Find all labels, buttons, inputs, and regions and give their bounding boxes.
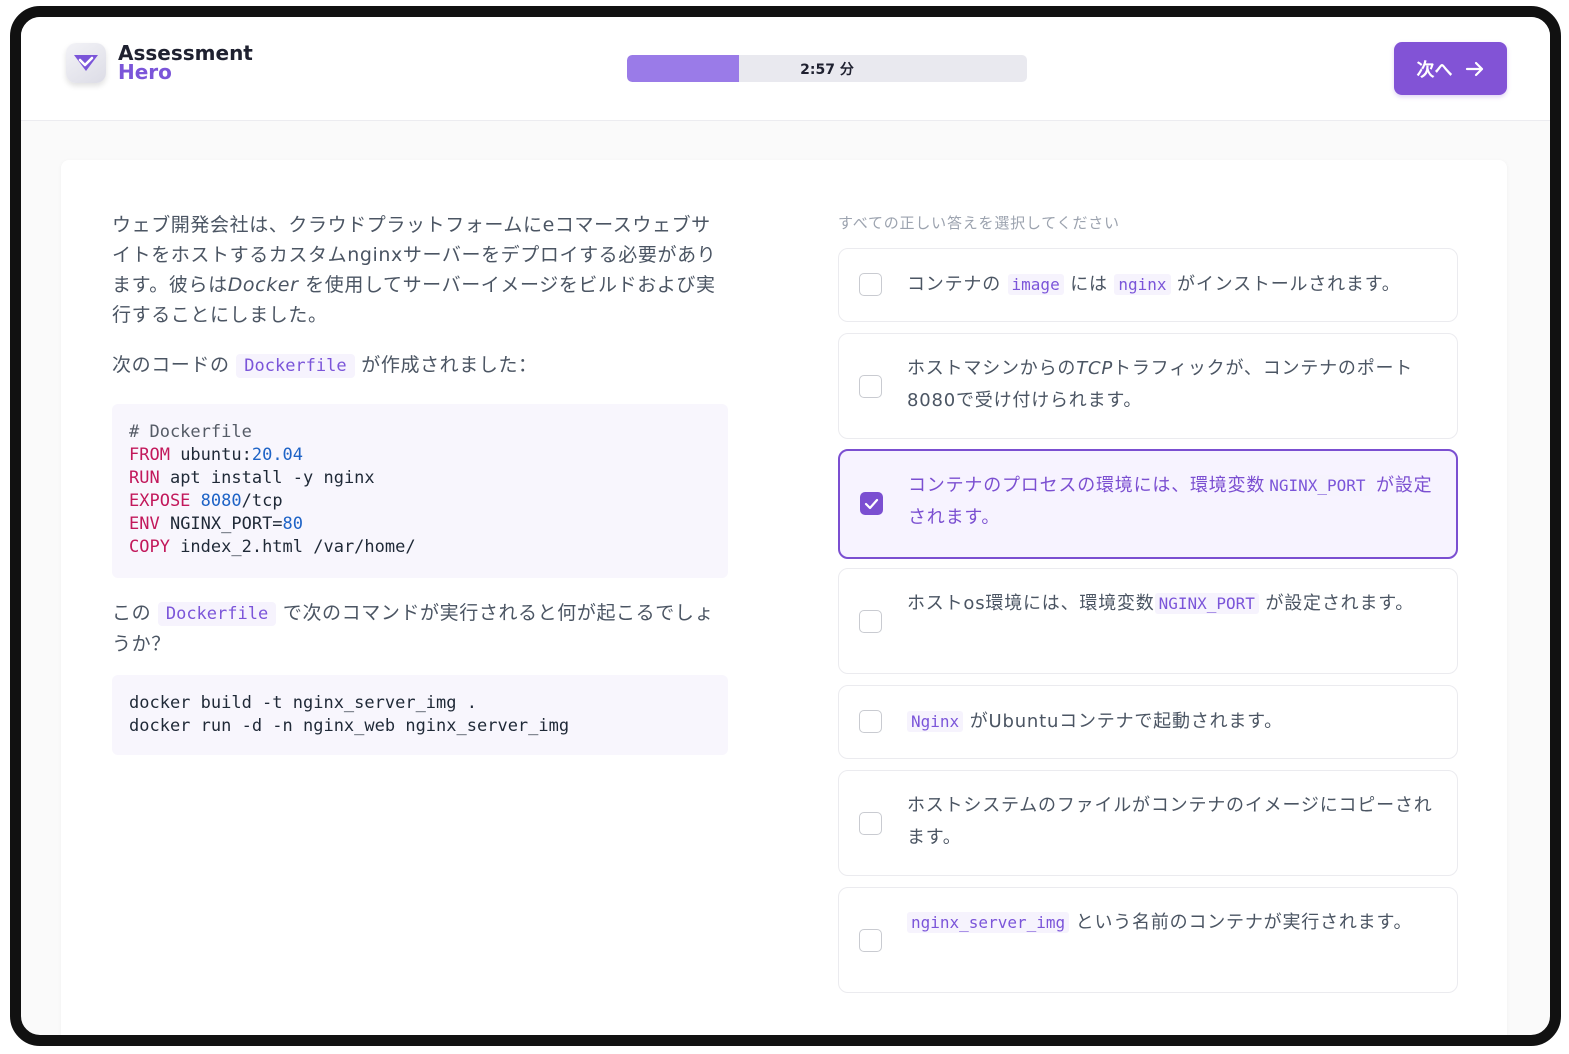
answer-text: ホストシステムのファイルがコンテナのイメージにコピーされます。: [907, 795, 1433, 848]
answer-text-pre: コンテナのプロセスの環境には、環境変数: [908, 475, 1266, 496]
question-card: ウェブ開発会社は、クラウドプラットフォームにeコマースウェブサイトをホストするカ…: [61, 160, 1507, 1035]
code-lead-pre: 次のコードの: [112, 354, 237, 376]
question-ask: この Dockerfile で次のコマンドが実行されると何が起こるでしょうか？: [112, 598, 728, 658]
code-expose-val: /tcp: [241, 491, 283, 511]
code-expose-kw: EXPOSE: [129, 491, 191, 511]
next-button[interactable]: 次へ: [1394, 42, 1507, 95]
question-panel: ウェブ開発会社は、クラウドプラットフォームにeコマースウェブサイトをホストするカ…: [112, 210, 728, 755]
code-expose-num: 8080: [200, 491, 242, 511]
answer-code: NGINX_PORT: [1265, 475, 1370, 496]
answer-option-2[interactable]: ホストマシンからのTCPトラフィックが、コンテナのポート8080で受け付けられま…: [838, 333, 1458, 439]
answer-text-mid: には: [1063, 274, 1115, 295]
answer-text: nginx_server_img という名前のコンテナが実行されます。: [907, 907, 1437, 939]
code-run-val: apt install -y nginx: [159, 468, 375, 488]
timer-text: 2:57 分: [800, 61, 854, 78]
answer-checkbox[interactable]: [859, 273, 882, 296]
dockerfile-inline-code: Dockerfile: [236, 354, 355, 378]
arrow-right-icon: [1465, 61, 1483, 76]
command-line-1: docker build -t nginx_server_img .: [129, 693, 477, 713]
code-from-num: 20.04: [251, 445, 304, 465]
code-copy-kw: COPY: [129, 537, 170, 557]
intro-em: Docker: [227, 274, 299, 296]
code-from-val: ubuntu:: [169, 445, 252, 465]
ask-pre: この: [112, 602, 158, 624]
answer-option-4[interactable]: ホストos環境には、環境変数 NGINX_PORT が設定されます。: [838, 568, 1458, 674]
answer-text: ホストマシンからのTCPトラフィックが、コンテナのポート8080で受け付けられま…: [907, 353, 1437, 417]
logo-line2: Hero: [118, 60, 172, 84]
code-env-val: NGINX_PORT=: [159, 514, 283, 534]
logo-text: Assessment Hero: [118, 43, 253, 84]
answer-text-pre: コンテナの: [907, 274, 1008, 295]
answer-option-6[interactable]: ホストシステムのファイルがコンテナのイメージにコピーされます。: [838, 770, 1458, 876]
code-env-num: 80: [282, 514, 304, 534]
answers-panel: すべての正しい答えを選択してください コンテナの image には nginx …: [838, 210, 1458, 993]
checkmark-icon: [864, 498, 879, 509]
command-code-block: docker build -t nginx_server_img . docke…: [112, 675, 728, 755]
logo: Assessment Hero: [66, 43, 253, 83]
dockerfile-code-block: # Dockerfile FROM ubuntu:20.04 RUN apt i…: [112, 404, 728, 578]
answer-option-5[interactable]: Nginx がUbuntuコンテナで起動されます。: [838, 685, 1458, 759]
answer-checkbox-checked[interactable]: [860, 492, 883, 515]
answer-code: NGINX_PORT: [1154, 593, 1259, 614]
answer-code: image: [1007, 274, 1064, 295]
answer-option-3[interactable]: コンテナのプロセスの環境には、環境変数 NGINX_PORT が設定されます。: [838, 449, 1458, 559]
answer-text: コンテナの image には nginx がインストールされます。: [907, 269, 1437, 301]
answer-option-7[interactable]: nginx_server_img という名前のコンテナが実行されます。: [838, 887, 1458, 993]
answer-checkbox[interactable]: [859, 929, 882, 952]
answer-text-post: がUbuntuコンテナで起動されます。: [963, 711, 1283, 732]
code-lead: 次のコードの Dockerfile が作成されました：: [112, 350, 728, 381]
command-line-2: docker run -d -n nginx_web nginx_server_…: [129, 716, 570, 736]
ask-inline-code: Dockerfile: [157, 602, 277, 626]
answer-checkbox[interactable]: [859, 710, 882, 733]
code-comment: # Dockerfile: [129, 422, 252, 442]
app-window: Assessment Hero 2:57 分 次へ ウェブ開発会社は、クラウドプ…: [10, 6, 1561, 1046]
answer-text-post: という名前のコンテナが実行されます。: [1069, 912, 1413, 933]
top-bar: Assessment Hero 2:57 分 次へ: [21, 17, 1550, 121]
answer-checkbox[interactable]: [859, 610, 882, 633]
next-button-label: 次へ: [1416, 59, 1453, 81]
answer-text: Nginx がUbuntuコンテナで起動されます。: [907, 706, 1437, 738]
answer-text-pre: ホストos環境には、環境変数: [907, 593, 1155, 614]
answer-text-pre: ホストマシンからの: [907, 358, 1077, 379]
code-from-kw: FROM: [129, 445, 170, 465]
code-run-kw: RUN: [129, 468, 160, 488]
answer-code: nginx: [1114, 274, 1171, 295]
answer-text-post: がインストールされます。: [1170, 274, 1401, 295]
answer-code: nginx_server_img: [907, 912, 1070, 933]
answer-text-post: が設定されます。: [1258, 593, 1415, 614]
answer-text: ホストos環境には、環境変数 NGINX_PORT が設定されます。: [907, 588, 1437, 620]
code-env-kw: ENV: [129, 514, 160, 534]
logo-check-icon: [66, 43, 106, 83]
code-lead-post: が作成されました：: [354, 354, 538, 376]
answer-text-em: TCP: [1076, 358, 1114, 379]
code-copy-val: index_2.html /var/home/: [169, 537, 416, 557]
answer-prompt: すべての正しい答えを選択してください: [838, 214, 1120, 232]
answer-option-1[interactable]: コンテナの image には nginx がインストールされます。: [838, 248, 1458, 322]
question-intro: ウェブ開発会社は、クラウドプラットフォームにeコマースウェブサイトをホストするカ…: [112, 210, 728, 330]
answer-text: コンテナのプロセスの環境には、環境変数 NGINX_PORT が設定されます。: [908, 470, 1438, 534]
answer-code: Nginx: [907, 711, 964, 732]
answer-checkbox[interactable]: [859, 812, 882, 835]
timer-bar: 2:57 分: [627, 55, 1027, 82]
answer-checkbox[interactable]: [859, 375, 882, 398]
